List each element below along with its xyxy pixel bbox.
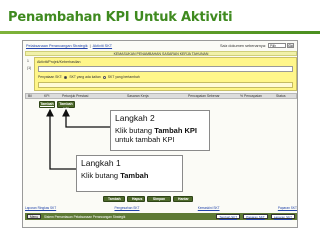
form-action-buttons: Tambah Hapus Simpan Hantar (103, 196, 193, 202)
submit-button[interactable]: Hantar (173, 196, 193, 202)
row-gutter: 1 (1) (27, 59, 33, 89)
footer-link[interactable]: Paparan SKT (278, 206, 297, 212)
radio-skt-added[interactable] (102, 75, 106, 79)
add-row-button[interactable]: Tambah (39, 101, 55, 108)
breadcrumb-separator: | (89, 43, 91, 48)
footer-links: Laporan Ringkas SKT Pengesahan SKT Kemas… (25, 206, 297, 212)
callout-step-1-body: Klik butang Tambah (81, 171, 149, 180)
kpi-table-header: Bil KPI Petunjuk Prestasi Sasaran Kerja … (25, 93, 297, 99)
activity-input[interactable] (38, 66, 293, 72)
row-number: 1 (27, 59, 29, 63)
delete-button[interactable]: Hapus (127, 196, 145, 202)
col-header-target: Sasaran Kerja (127, 94, 149, 98)
footer-link[interactable]: Kemaskini SKT (198, 206, 220, 212)
footer-link[interactable]: Laporan Ringkas SKT (25, 206, 56, 212)
manager-label: Saiz dokumen sebenarnya: (219, 43, 266, 48)
footer-bar: Menu Sistem Pemantauan Pelaksanaan Peran… (25, 213, 297, 220)
menu-button[interactable]: Menu (27, 214, 41, 219)
add-button[interactable]: Tambah (103, 196, 125, 202)
arrow-step1 (46, 108, 76, 170)
arrow-step2 (62, 108, 110, 128)
radio-skt-related-label: SKT yang ada kaitan (69, 75, 101, 79)
breadcrumb: Pelaksanaan Perancangan Strategik | Akti… (23, 41, 297, 50)
skt-text-input[interactable] (38, 82, 293, 88)
add-kpi-button[interactable]: Tambah KPI (57, 101, 75, 111)
radio-skt-related[interactable] (64, 75, 68, 79)
add-row-button-label: Tambah (40, 102, 54, 107)
activity-panel: Aktiviti/Projek/Keberhasilan Penyataan S… (34, 57, 297, 91)
row-number: (1) (27, 66, 32, 70)
view-select[interactable]: Pilih (268, 43, 286, 48)
col-header-achievement: Pencapaian Sebenar (188, 94, 220, 98)
footer-bar-link[interactable]: Paparan SKT (243, 214, 268, 219)
col-header-percent: % Pencapaian (240, 94, 262, 98)
save-button[interactable]: Simpan (147, 196, 171, 202)
skt-radio-group: Penyataan SKT: SKT yang ada kaitan SKT y… (38, 75, 140, 79)
footer-bar-link[interactable]: Laporan SKT (270, 214, 295, 219)
app-screenshot: Pelaksanaan Perancangan Strategik | Akti… (22, 40, 298, 228)
title-underline (0, 31, 320, 34)
col-header-status: Status (276, 94, 286, 98)
callout-step-2-title: Langkah 2 (115, 113, 155, 123)
callout-step-2-body: Klik butang Tambah KPI untuk tambah KPI (115, 126, 197, 144)
footer-bar-link[interactable]: Tambah SKT (216, 214, 241, 219)
callout-step-1-title: Langkah 1 (81, 158, 121, 168)
col-header-bil: Bil (28, 94, 32, 98)
go-button[interactable]: Go (287, 43, 294, 48)
breadcrumb-link-skt[interactable]: Aktiviti SKT (93, 44, 112, 48)
footer-link[interactable]: Pengesahan SKT (114, 206, 139, 212)
activity-label: Aktiviti/Projek/Keberhasilan (37, 60, 81, 64)
breadcrumb-link-strategic[interactable]: Pelaksanaan Perancangan Strategik (26, 44, 88, 48)
col-header-indicator: Petunjuk Prestasi (62, 94, 89, 98)
system-name: Sistem Pemantauan Pelaksanaan Perancanga… (43, 214, 126, 219)
col-header-kpi: KPI (44, 94, 50, 98)
callout-step-2: Langkah 2 Klik butang Tambah KPI untuk t… (110, 110, 210, 151)
radio-skt-added-label: SKT yang bertambah (107, 75, 140, 79)
slide-title: Penambahan KPI Untuk Aktiviti (8, 10, 233, 25)
callout-step-1: Langkah 1 Klik butang Tambah (76, 155, 183, 192)
skt-radio-label: Penyataan SKT: (38, 75, 63, 79)
form-header-band: KEMASUKAN PENAMBAHAN SASARAN KERJA TAHUN… (25, 51, 297, 56)
